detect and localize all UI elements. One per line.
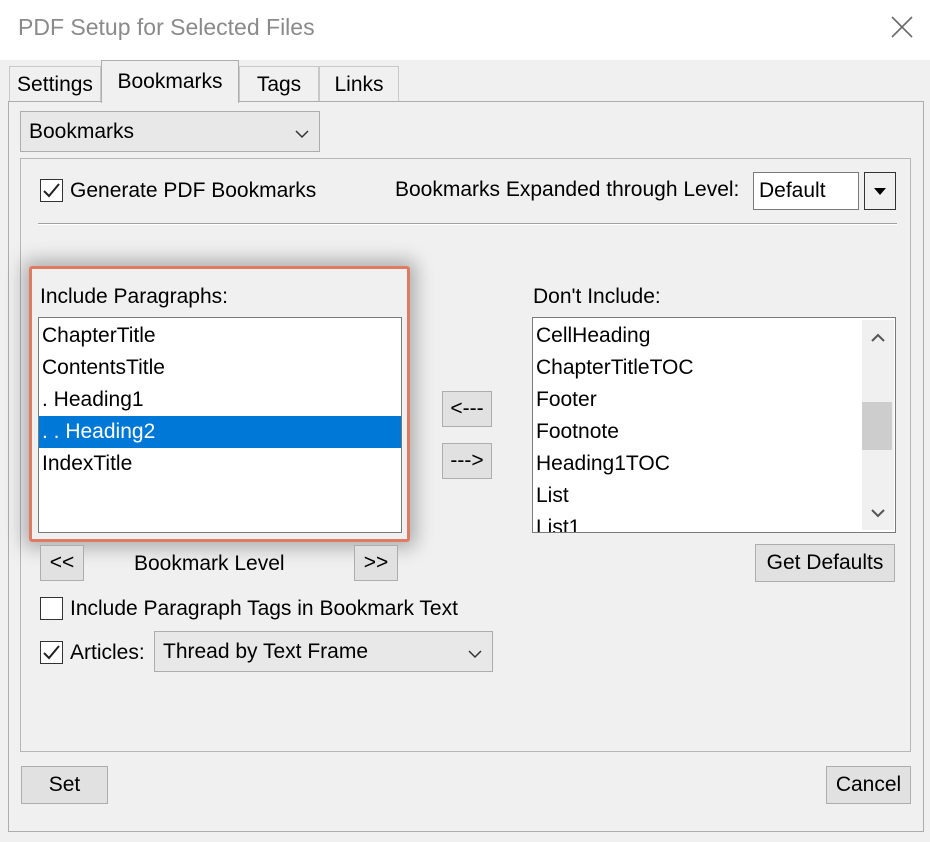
expanded-level-field[interactable]: Default (753, 172, 859, 210)
list-item[interactable]: Footer (533, 384, 863, 416)
section-select[interactable]: Bookmarks (20, 111, 320, 152)
include-paragraphs-label: Include Paragraphs: (40, 285, 228, 308)
expanded-level-value: Default (759, 179, 826, 202)
increase-level-button[interactable]: >> (354, 545, 398, 581)
list-item[interactable]: Heading1TOC (533, 448, 863, 480)
move-left-button[interactable]: <--- (442, 391, 492, 427)
get-defaults-button[interactable]: Get Defaults (755, 544, 895, 582)
include-tags-label: Include Paragraph Tags in Bookmark Text (70, 597, 458, 620)
articles-select[interactable]: Thread by Text Frame (154, 631, 493, 672)
list-item[interactable]: ChapterTitleTOC (533, 352, 863, 384)
scroll-down-icon[interactable] (868, 503, 888, 523)
list-item[interactable]: IndexTitle (39, 448, 401, 480)
scroll-up-icon[interactable] (868, 328, 888, 348)
tab-tags[interactable]: Tags (239, 66, 319, 102)
list-item[interactable]: ChapterTitle (39, 320, 401, 352)
list-item[interactable]: List1 (533, 512, 863, 532)
chevron-down-icon (468, 643, 482, 658)
cancel-button[interactable]: Cancel (826, 766, 911, 804)
tab-bookmarks[interactable]: Bookmarks (101, 60, 239, 103)
close-icon[interactable] (885, 10, 919, 44)
generate-bookmarks-checkbox[interactable] (40, 179, 63, 202)
chevron-down-icon (295, 123, 309, 138)
separator (38, 223, 897, 225)
include-paragraphs-list[interactable]: ChapterTitle ContentsTitle . Heading1 . … (38, 317, 402, 533)
window-title: PDF Setup for Selected Files (18, 14, 315, 40)
section-select-value: Bookmarks (29, 119, 135, 143)
checkmark-icon (43, 183, 60, 198)
set-button[interactable]: Set (21, 766, 108, 804)
list-item[interactable]: List (533, 480, 863, 512)
move-right-button[interactable]: ---> (442, 443, 492, 479)
list-item-selected[interactable]: . . Heading2 (39, 416, 401, 448)
include-tags-checkbox[interactable] (40, 597, 63, 620)
checkmark-icon (43, 645, 60, 660)
articles-label: Articles: (70, 641, 145, 664)
list-item[interactable]: . Heading1 (39, 384, 401, 416)
list-item[interactable]: ContentsTitle (39, 352, 401, 384)
bookmark-level-label: Bookmark Level (134, 552, 285, 575)
list-item[interactable]: CellHeading (533, 320, 863, 352)
dont-include-label: Don't Include: (533, 285, 661, 308)
tab-links[interactable]: Links (319, 66, 399, 102)
scrollbar-thumb[interactable] (862, 402, 892, 450)
generate-bookmarks-label: Generate PDF Bookmarks (70, 179, 317, 202)
expanded-level-label: Bookmarks Expanded through Level: (395, 178, 740, 201)
tab-settings[interactable]: Settings (9, 66, 101, 102)
list-item[interactable]: Footnote (533, 416, 863, 448)
articles-checkbox[interactable] (40, 641, 63, 664)
decrease-level-button[interactable]: << (40, 545, 84, 581)
dropdown-arrow-icon[interactable] (864, 172, 896, 210)
dont-include-list[interactable]: CellHeading ChapterTitleTOC Footer Footn… (532, 317, 896, 533)
articles-select-value: Thread by Text Frame (163, 639, 369, 663)
